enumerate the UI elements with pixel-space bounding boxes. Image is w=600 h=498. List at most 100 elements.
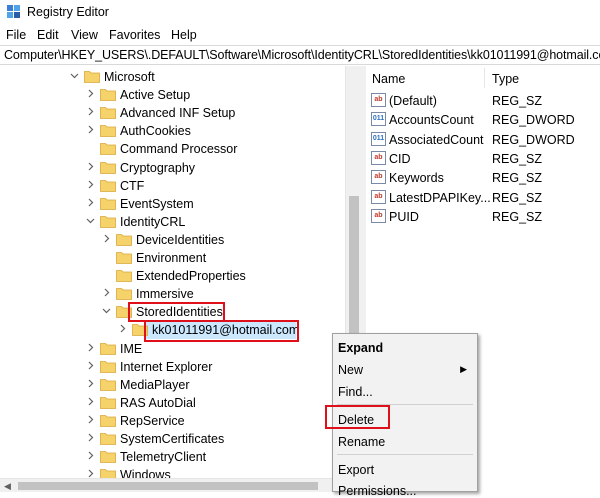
tree-node-label[interactable]: EventSystem [120,197,194,211]
tree-node[interactable]: Immersive [0,285,345,303]
column-separator[interactable] [484,68,485,88]
value-name[interactable]: CID [389,152,411,166]
tree-node-label[interactable]: AuthCookies [120,124,191,138]
menu-item-new[interactable]: New [338,363,363,377]
chevron-down-icon[interactable] [86,216,95,225]
folder-icon [116,288,132,301]
value-name[interactable]: AccountsCount [389,113,474,127]
tree-node[interactable]: AuthCookies [0,122,345,140]
tree-node[interactable]: MediaPlayer [0,376,345,394]
tree-node[interactable]: Command Processor [0,140,345,158]
chevron-right-icon[interactable] [86,361,95,370]
tree-node-label[interactable]: IdentityCRL [120,215,185,229]
tree-node-label[interactable]: IME [120,342,142,356]
chevron-right-icon[interactable] [86,107,95,116]
tree-node[interactable]: CTF [0,177,345,195]
tree-node[interactable]: Windows [0,466,345,478]
chevron-right-icon[interactable] [86,415,95,424]
menu-view[interactable]: View [71,28,98,42]
menu-help[interactable]: Help [171,28,197,42]
tree-node-label[interactable]: ExtendedProperties [136,269,246,283]
value-name[interactable]: (Default) [389,94,437,108]
chevron-right-icon[interactable] [86,89,95,98]
chevron-right-icon[interactable] [118,324,127,333]
tree-node[interactable]: IdentityCRL [0,213,345,231]
tree-node-label[interactable]: Active Setup [120,88,190,102]
menu-item-rename[interactable]: Rename [338,435,385,449]
tree-node-label[interactable]: SystemCertificates [120,432,224,446]
tree-node[interactable]: EventSystem [0,195,345,213]
tree-node-label[interactable]: RAS AutoDial [120,396,196,410]
tree-node[interactable]: IME [0,340,345,358]
address-path[interactable]: Computer\HKEY_USERS\.DEFAULT\Software\Mi… [4,48,600,62]
tree-node[interactable]: ExtendedProperties [0,267,345,285]
tree-node[interactable]: Active Setup [0,86,345,104]
address-bar[interactable]: Computer\HKEY_USERS\.DEFAULT\Software\Mi… [0,45,600,65]
chevron-right-icon[interactable] [86,162,95,171]
tree-node-label[interactable]: Advanced INF Setup [120,106,235,120]
tree-node-label[interactable]: RepService [120,414,185,428]
chevron-right-icon[interactable] [86,469,95,478]
tree-node-label[interactable]: Environment [136,251,206,265]
chevron-right-icon[interactable] [86,433,95,442]
value-name[interactable]: AssociatedCount [389,133,484,147]
value-row[interactable]: ab PUID REG_SZ [366,207,600,226]
value-row[interactable]: ab Keywords REG_SZ [366,168,600,187]
column-header-name[interactable]: Name [372,66,405,90]
tree-node-label[interactable]: MediaPlayer [120,378,189,392]
value-name[interactable]: LatestDPAPIKey... [389,191,491,205]
chevron-right-icon[interactable] [102,288,111,297]
value-name[interactable]: Keywords [389,171,444,185]
chevron-down-icon[interactable] [102,306,111,315]
tree-node[interactable]: RepService [0,412,345,430]
menu-item-expand[interactable]: Expand [338,341,383,355]
menu-bar: File Edit View Favorites Help [0,25,600,45]
tree-node[interactable]: SystemCertificates [0,430,345,448]
tree-node[interactable]: Cryptography [0,159,345,177]
menu-edit[interactable]: Edit [37,28,59,42]
tree-node[interactable]: Internet Explorer [0,358,345,376]
menu-item-find[interactable]: Find... [338,385,373,399]
chevron-right-icon[interactable] [86,180,95,189]
chevron-down-icon[interactable] [70,71,79,80]
tree-node[interactable]: Microsoft [0,68,345,86]
tree-node[interactable]: TelemetryClient [0,448,345,466]
tree-node-label[interactable]: Command Processor [120,142,237,156]
tree-node-label[interactable]: Windows [120,468,171,478]
key-tree[interactable]: Microsoft Active Setup Advanced INF Setup A… [0,66,345,478]
chevron-right-icon[interactable] [86,198,95,207]
value-row[interactable]: ab (Default) REG_SZ [366,91,600,110]
chevron-right-icon[interactable] [102,234,111,243]
chevron-right-icon[interactable] [86,397,95,406]
tree-node-label[interactable]: CTF [120,179,144,193]
chevron-right-icon[interactable] [86,125,95,134]
chevron-right-icon[interactable] [86,379,95,388]
folder-icon [100,451,116,463]
column-header-type[interactable]: Type [492,66,519,90]
tree-node-label[interactable]: Internet Explorer [120,360,212,374]
tree-node[interactable]: Environment [0,249,345,267]
tree-node[interactable]: RAS AutoDial [0,394,345,412]
chevron-right-icon[interactable] [86,451,95,460]
menu-favorites[interactable]: Favorites [109,28,160,42]
tree-node-label[interactable]: Microsoft [104,70,155,84]
tree-horizontal-scrollbar[interactable]: ◀ [0,478,345,492]
value-row[interactable]: 011 AccountsCount REG_DWORD [366,110,600,129]
menu-item-permissions[interactable]: Permissions... [338,484,417,498]
menu-file[interactable]: File [6,28,26,42]
tree-node-label[interactable]: Immersive [136,287,194,301]
tree-node[interactable]: DeviceIdentities [0,231,345,249]
value-row[interactable]: ab LatestDPAPIKey... REG_SZ [366,188,600,207]
value-row[interactable]: ab CID REG_SZ [366,149,600,168]
scrollbar-thumb[interactable] [18,482,318,490]
value-row[interactable]: 011 AssociatedCount REG_DWORD [366,130,600,149]
tree-node-label[interactable]: TelemetryClient [120,450,206,464]
scroll-left-arrow-icon[interactable]: ◀ [4,481,11,492]
menu-item-export[interactable]: Export [338,463,374,477]
chevron-right-icon[interactable] [86,343,95,352]
tree-node-label[interactable]: Cryptography [120,161,195,175]
string-value-icon: ab [371,170,386,185]
tree-node-label[interactable]: DeviceIdentities [136,233,224,247]
tree-node[interactable]: Advanced INF Setup [0,104,345,122]
value-name[interactable]: PUID [389,210,419,224]
